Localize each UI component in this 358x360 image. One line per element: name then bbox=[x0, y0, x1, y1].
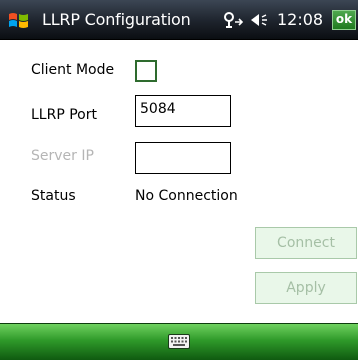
server-ip-input[interactable] bbox=[135, 142, 231, 174]
apply-button[interactable]: Apply bbox=[255, 272, 357, 304]
server-ip-label: Server IP bbox=[31, 148, 94, 164]
window-title: LLRP Configuration bbox=[42, 10, 191, 29]
connect-button[interactable]: Connect bbox=[255, 227, 357, 259]
ok-button[interactable]: ok bbox=[332, 10, 356, 30]
volume-icon[interactable] bbox=[250, 12, 272, 28]
status-label: Status bbox=[31, 188, 76, 204]
llrp-port-input[interactable]: 5084 bbox=[135, 95, 231, 127]
keyboard-icon[interactable] bbox=[168, 334, 190, 349]
client-mode-checkbox[interactable] bbox=[135, 60, 157, 82]
windows-start-icon[interactable] bbox=[7, 9, 30, 32]
title-bar: LLRP Configuration 12:08 ok bbox=[0, 0, 358, 40]
llrp-port-label: LLRP Port bbox=[31, 107, 97, 123]
clock[interactable]: 12:08 bbox=[277, 10, 323, 29]
client-mode-label: Client Mode bbox=[31, 62, 115, 78]
status-value: No Connection bbox=[135, 188, 238, 204]
connectivity-icon[interactable] bbox=[222, 11, 244, 29]
